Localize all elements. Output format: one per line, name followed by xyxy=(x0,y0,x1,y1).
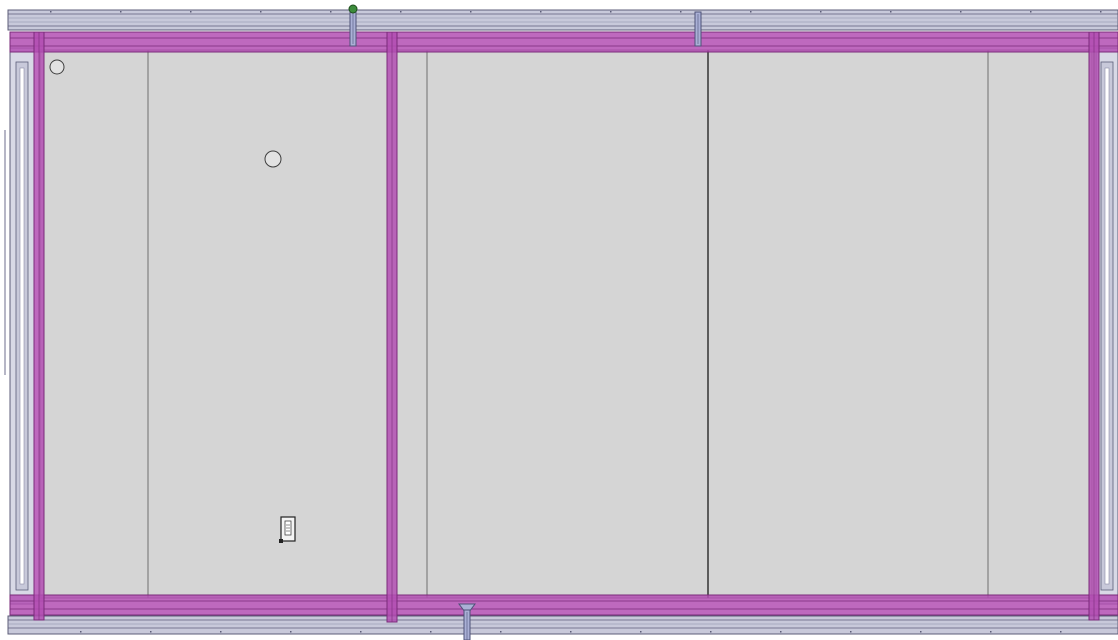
rivet xyxy=(50,11,52,13)
top-rail[interactable] xyxy=(7,9,1118,31)
rivet xyxy=(640,631,642,633)
rivet xyxy=(1060,631,1062,633)
rivet xyxy=(820,11,822,13)
rivet xyxy=(850,631,852,633)
bottom-rail[interactable] xyxy=(7,615,1118,635)
cad-drawing xyxy=(0,0,1118,640)
rivet xyxy=(430,631,432,633)
round-hole[interactable] xyxy=(264,150,282,168)
floor-panel-area[interactable] xyxy=(39,49,1093,599)
rivet xyxy=(1030,11,1032,13)
rivet xyxy=(920,631,922,633)
rivet xyxy=(960,11,962,13)
top-bracket[interactable] xyxy=(349,9,357,47)
rivet xyxy=(610,11,612,13)
rivet xyxy=(360,631,362,633)
round-hole[interactable] xyxy=(49,59,65,75)
rivet xyxy=(710,631,712,633)
cad-viewport[interactable] xyxy=(0,0,1118,640)
rivet xyxy=(540,11,542,13)
rivet xyxy=(780,631,782,633)
rivet xyxy=(750,11,752,13)
rivet xyxy=(150,631,152,633)
rivet xyxy=(290,631,292,633)
frame-bottom-beam[interactable] xyxy=(9,594,1118,616)
connection-node[interactable] xyxy=(348,4,358,14)
rivet xyxy=(190,11,192,13)
rivet xyxy=(470,11,472,13)
top-bracket[interactable] xyxy=(694,11,702,47)
rivet xyxy=(220,631,222,633)
frame-top-beam[interactable] xyxy=(9,31,1118,53)
rivet xyxy=(120,11,122,13)
rivet xyxy=(330,11,332,13)
frame-middle-column[interactable] xyxy=(386,31,398,623)
rivet xyxy=(570,631,572,633)
rivet xyxy=(1100,11,1102,13)
switch-box[interactable] xyxy=(279,516,296,543)
rivet xyxy=(990,631,992,633)
frame-right-column[interactable] xyxy=(1088,31,1100,621)
rivet xyxy=(680,11,682,13)
frame-left-column[interactable] xyxy=(33,31,45,621)
rivet xyxy=(500,631,502,633)
rivet xyxy=(260,11,262,13)
rivet xyxy=(890,11,892,13)
rivet xyxy=(80,631,82,633)
rivet xyxy=(400,11,402,13)
